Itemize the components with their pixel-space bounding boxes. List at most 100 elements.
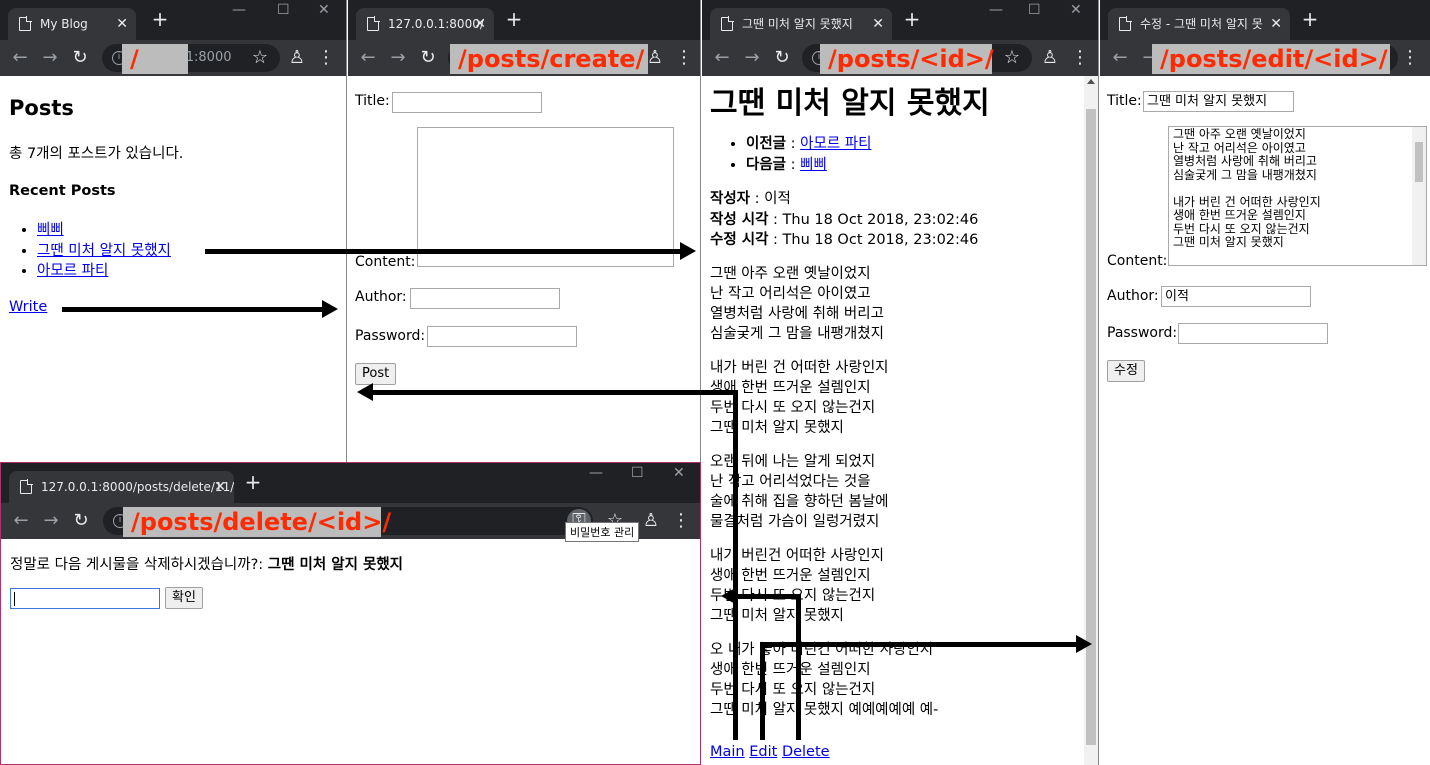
menu-icon[interactable]: ⋮ [672, 46, 696, 70]
content-textarea[interactable] [417, 127, 674, 267]
reload-icon[interactable]: ↻ [69, 509, 93, 533]
new-tab-icon[interactable]: + [148, 8, 172, 32]
menu-icon[interactable]: ⋮ [1398, 46, 1422, 70]
password-input[interactable] [10, 588, 160, 609]
tab-strip: 수정 - 그땐 미처 알지 못 ✕ + [1100, 0, 1430, 40]
page-favicon-icon [1119, 16, 1132, 31]
reload-icon[interactable]: ↻ [770, 46, 794, 70]
browser-window-delete: 127.0.0.1:8000/posts/delete/11/ ✕ + — ☐ … [0, 462, 701, 765]
new-tab-icon[interactable]: + [241, 471, 265, 495]
back-icon[interactable]: ← [8, 46, 32, 70]
minimize-icon[interactable]: — [589, 465, 603, 481]
new-tab-icon[interactable]: + [1298, 8, 1322, 32]
flow-arrow [733, 390, 738, 740]
tab-close-icon[interactable]: ✕ [474, 8, 486, 40]
password-label: Password: [1107, 325, 1178, 341]
page-scrollbar[interactable] [1084, 76, 1098, 765]
menu-icon[interactable]: ⋮ [314, 46, 338, 70]
lyrics-stanza: 내가 버린 건 어떠한 사랑인지 생애 한번 뜨거운 설렘인지 두번 다시 또 … [710, 360, 889, 436]
extension-icon[interactable]: ♙ [285, 46, 309, 70]
minimize-icon[interactable]: — [232, 2, 246, 18]
adjacent-posts: 이전글 : 아모르 파티 다음글 : 삐삐 [710, 134, 871, 175]
author-label: Author: [1107, 288, 1159, 304]
forward-icon[interactable]: → [38, 46, 62, 70]
list-item: 다음글 : 삐삐 [746, 155, 871, 176]
content-textarea[interactable]: 그땐 아주 오랜 옛날이었지 난 작고 어리석은 아이였고 열병처럼 사랑에 취… [1168, 126, 1427, 266]
post-list: 삐삐 그땐 미처 알지 못했지 아모르 파티 [9, 220, 171, 282]
maximize-icon[interactable]: ☐ [631, 465, 644, 481]
next-label: 다음글 [746, 156, 787, 173]
prev-post-link[interactable]: 아모르 파티 [800, 136, 871, 152]
forward-icon[interactable]: → [386, 46, 410, 70]
new-tab-icon[interactable]: + [900, 8, 924, 32]
password-input[interactable] [427, 326, 577, 347]
minimize-icon[interactable]: — [989, 2, 1003, 18]
arrowhead-right [680, 242, 696, 260]
author-input[interactable]: 이적 [1161, 286, 1311, 307]
reload-icon[interactable]: ↻ [416, 46, 440, 70]
maximize-icon[interactable]: ☐ [1028, 2, 1041, 18]
title-input[interactable]: 그땐 미처 알지 못했지 [1143, 91, 1294, 112]
browser-window-home: My Blog ✕ + — ☐ ✕ ← → ↻ i 127.0.0.1:8000… [0, 0, 347, 462]
close-window-icon[interactable]: ✕ [1070, 2, 1082, 18]
submit-edit-button[interactable]: 수정 [1107, 360, 1145, 382]
bookmark-star-icon[interactable]: ☆ [1000, 46, 1024, 70]
post-button[interactable]: Post [355, 363, 397, 385]
bookmark-star-icon[interactable]: ☆ [248, 46, 272, 70]
browser-tab[interactable]: 그땐 미처 알지 못했지 ✕ [710, 8, 892, 40]
title-input[interactable] [392, 92, 542, 113]
content-label: Content: [355, 254, 416, 270]
tab-close-icon[interactable]: ✕ [116, 8, 128, 40]
browser-tab[interactable]: My Blog ✕ [8, 8, 136, 40]
tab-title: My Blog [40, 17, 88, 31]
flow-arrow [736, 594, 801, 599]
new-tab-icon[interactable]: + [502, 8, 526, 32]
tab-close-icon[interactable]: ✕ [214, 471, 226, 503]
browser-tab[interactable]: 127.0.0.1:8000/posts/delete/11/ ✕ [9, 471, 234, 503]
post-link[interactable]: 아모르 파티 [37, 263, 108, 279]
edit-link[interactable]: Edit [749, 744, 777, 760]
recent-posts-heading: Recent Posts [9, 183, 116, 199]
next-post-link[interactable]: 삐삐 [800, 157, 827, 173]
forward-icon[interactable]: → [39, 509, 63, 533]
created-value: : Thu 18 Oct 2018, 23:02:46 [768, 211, 979, 228]
reload-icon[interactable]: ↻ [68, 46, 92, 70]
tab-close-icon[interactable]: ✕ [872, 8, 884, 40]
created-label: 작성 시각 [710, 211, 769, 228]
extension-icon[interactable]: ♙ [1038, 46, 1062, 70]
post-link[interactable]: 그땐 미처 알지 못했지 [37, 243, 171, 259]
page-favicon-icon [721, 16, 734, 31]
back-icon[interactable]: ← [356, 46, 380, 70]
confirm-message: 정말로 다음 게시물을 삭제하시겠습니까?: 그땐 미처 알지 못했지 [10, 553, 403, 574]
forward-icon[interactable]: → [740, 46, 764, 70]
menu-icon[interactable]: ⋮ [1068, 46, 1092, 70]
tab-close-icon[interactable]: ✕ [1270, 8, 1282, 40]
author-label: 작성자 [710, 191, 751, 207]
password-input[interactable] [1178, 323, 1328, 344]
route-label: /posts/create/ [450, 44, 648, 74]
maximize-icon[interactable]: ☐ [277, 2, 290, 18]
textarea-scrollbar[interactable] [1412, 127, 1426, 265]
author-input[interactable] [410, 288, 560, 309]
browser-tab[interactable]: 127.0.0.1:8000/ ✕ [356, 8, 494, 40]
delete-link[interactable]: Delete [782, 744, 830, 760]
extension-icon[interactable]: ♙ [639, 509, 663, 533]
route-label: /posts/edit/<id>/ [1152, 44, 1390, 74]
tab-strip: 127.0.0.1:8000/posts/delete/11/ ✕ + — ☐ … [1, 463, 700, 503]
scrollbar-thumb[interactable] [1415, 142, 1423, 182]
post-title: 그땐 미처 알지 못했지 [710, 86, 990, 121]
back-icon[interactable]: ← [1108, 46, 1132, 70]
confirm-button[interactable]: 확인 [165, 587, 203, 609]
write-link[interactable]: Write [9, 299, 47, 315]
scroll-up-icon[interactable] [1087, 79, 1095, 84]
main-link[interactable]: Main [710, 744, 745, 760]
post-link[interactable]: 삐삐 [37, 222, 64, 238]
back-icon[interactable]: ← [710, 46, 734, 70]
menu-icon[interactable]: ⋮ [669, 509, 693, 533]
back-icon[interactable]: ← [9, 509, 33, 533]
browser-tab[interactable]: 수정 - 그땐 미처 알지 못 ✕ [1108, 8, 1290, 40]
route-label: / [122, 44, 188, 74]
close-window-icon[interactable]: ✕ [318, 2, 330, 18]
close-window-icon[interactable]: ✕ [673, 465, 685, 481]
prev-label: 이전글 [746, 136, 787, 152]
